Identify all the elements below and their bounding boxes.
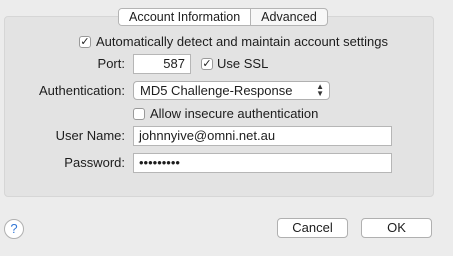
user-name-field[interactable]: johnnyive@omni.net.au	[133, 126, 392, 146]
user-name-label: User Name:	[55, 128, 125, 143]
authentication-label: Authentication:	[38, 83, 125, 98]
cancel-button[interactable]: Cancel	[277, 218, 348, 238]
tab-account-information[interactable]: Account Information	[119, 9, 251, 25]
auto-detect-checkbox[interactable]: ✓	[79, 36, 91, 48]
tab-advanced[interactable]: Advanced	[250, 9, 327, 25]
password-field[interactable]: •••••••••	[133, 153, 392, 173]
auto-detect-label: Automatically detect and maintain accoun…	[96, 34, 388, 49]
authentication-select[interactable]: MD5 Challenge-Response ▲ ▼	[133, 81, 330, 100]
authentication-value: MD5 Challenge-Response	[140, 83, 293, 98]
use-ssl-label: Use SSL	[217, 56, 269, 71]
password-label: Password:	[64, 155, 125, 170]
checkmark-icon: ✓	[80, 36, 90, 48]
use-ssl-checkbox[interactable]: ✓	[201, 58, 213, 70]
tab-bar: Account Information Advanced	[118, 8, 328, 26]
help-button[interactable]: ?	[4, 219, 24, 239]
port-label: Port:	[97, 56, 125, 71]
checkmark-icon: ✓	[202, 58, 212, 70]
allow-insecure-checkbox[interactable]	[133, 108, 145, 120]
port-field[interactable]: 587	[133, 54, 191, 74]
allow-insecure-label: Allow insecure authentication	[150, 106, 319, 121]
ok-button[interactable]: OK	[361, 218, 432, 238]
up-down-chevron-icon: ▲ ▼	[316, 82, 324, 98]
